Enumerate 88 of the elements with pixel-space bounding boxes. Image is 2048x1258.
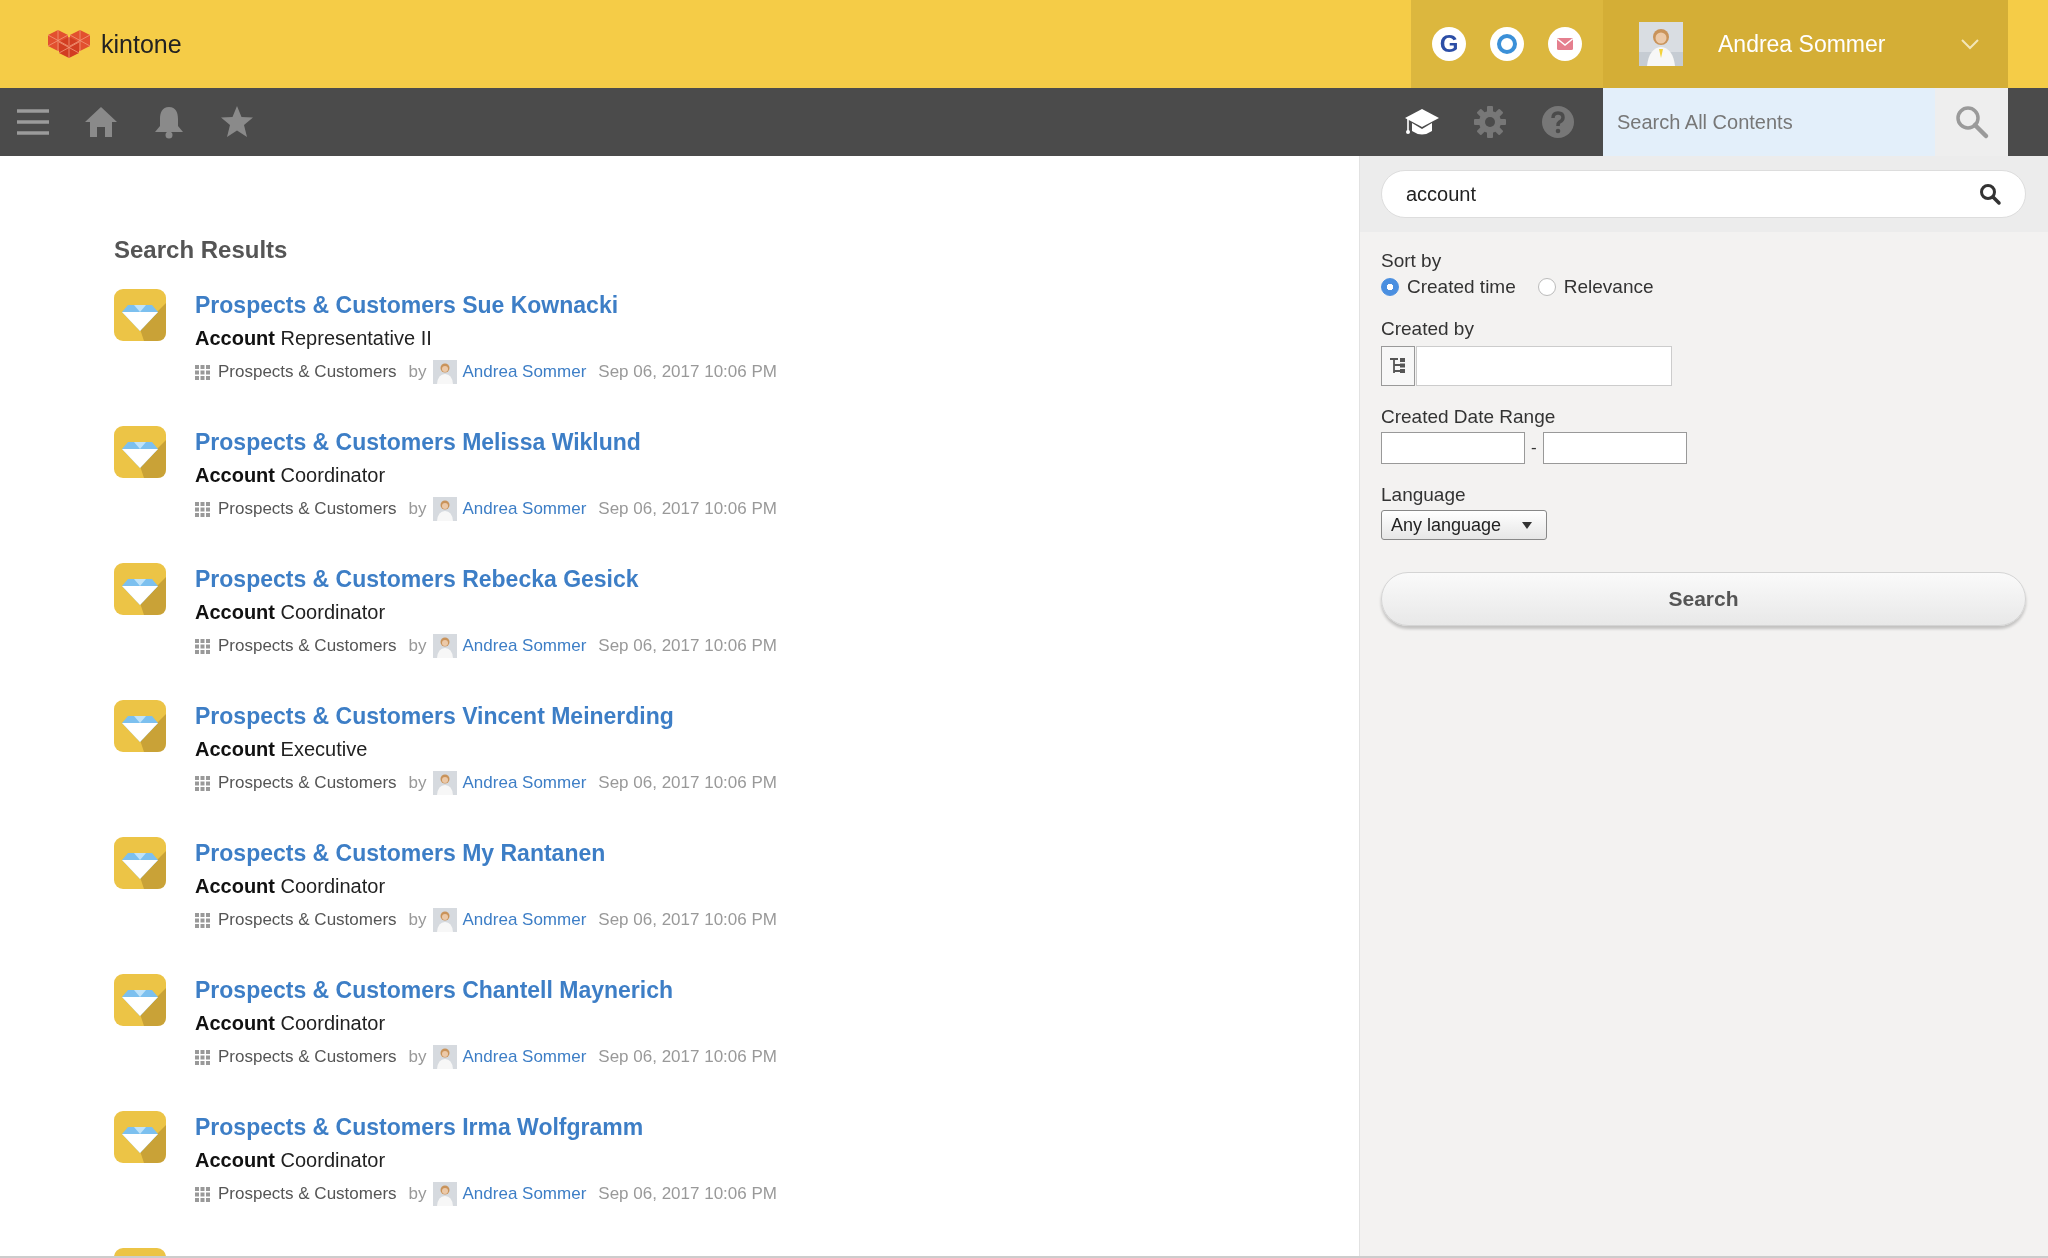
sort-radio[interactable]: Created time <box>1381 276 1516 298</box>
settings-icon[interactable] <box>1472 104 1508 140</box>
result-title-link[interactable]: Prospects & Customers Melissa Wiklund <box>195 429 777 456</box>
shortcut-button[interactable]: G <box>1432 27 1466 61</box>
result-summary: Account Coordinator <box>195 464 387 487</box>
result-summary: Account Coordinator <box>195 875 387 898</box>
caret-icon <box>1522 521 1532 529</box>
app-name-label: Prospects & Customers <box>218 1047 397 1067</box>
app-name-label: Prospects & Customers <box>218 773 397 793</box>
help-icon[interactable] <box>1540 104 1576 140</box>
chevron-down-icon <box>1960 38 1980 50</box>
home-icon[interactable] <box>83 104 119 140</box>
created-date: Sep 06, 2017 10:06 PM <box>598 1184 777 1204</box>
search-icon <box>1953 104 1990 140</box>
by-label: by <box>408 636 427 656</box>
org-picker-button[interactable] <box>1381 346 1415 386</box>
result-summary: Account Representative II <box>195 327 433 350</box>
app-grid-icon <box>195 912 210 928</box>
app-name-label: Prospects & Customers <box>218 499 397 519</box>
diamond-app-icon <box>114 289 166 341</box>
app-grid-icon <box>195 1186 210 1202</box>
diamond-app-icon <box>114 1111 166 1163</box>
search-icon[interactable] <box>1978 182 2002 206</box>
author-link[interactable]: Andrea Sommer <box>462 1184 587 1204</box>
author-link[interactable]: Andrea Sommer <box>462 499 587 519</box>
result-summary: Account Coordinator <box>195 1012 387 1035</box>
app-name: kintone <box>101 29 182 59</box>
user-name: Andrea Sommer <box>1718 30 1887 58</box>
start-date-field[interactable] <box>1381 432 1525 464</box>
author-link[interactable]: Andrea Sommer <box>462 1047 587 1067</box>
app-name-label: Prospects & Customers <box>218 1184 397 1204</box>
app-grid-icon <box>195 1049 210 1065</box>
app-grid-icon <box>195 501 210 517</box>
result-title-link[interactable]: Prospects & Customers Sue Kownacki <box>195 292 777 319</box>
org-tree-icon <box>1388 356 1408 376</box>
star-icon[interactable] <box>219 104 255 140</box>
by-label: by <box>408 773 427 793</box>
created-date: Sep 06, 2017 10:06 PM <box>598 636 777 656</box>
diamond-app-icon <box>114 837 166 889</box>
result-summary: Account Coordinator <box>195 1149 387 1172</box>
sort-radio[interactable]: Relevance <box>1537 276 1654 298</box>
by-label: by <box>408 499 427 519</box>
author-link[interactable]: Andrea Sommer <box>462 362 587 382</box>
app-name-label: Prospects & Customers <box>218 910 397 930</box>
created-date: Sep 06, 2017 10:06 PM <box>598 499 777 519</box>
result-summary: Account Coordinator <box>195 601 387 624</box>
mail-icon[interactable] <box>1548 27 1582 61</box>
search-field[interactable]: Search All Contents <box>1603 88 1935 156</box>
date-separator: - <box>1531 438 1537 458</box>
app-grid-icon <box>195 638 210 654</box>
result-title-link[interactable]: Prospects & Customers Chantell Maynerich <box>195 977 777 1004</box>
language-dropdown[interactable]: Any language <box>1381 510 1547 540</box>
logo-icon <box>47 29 91 59</box>
end-date-field[interactable] <box>1542 432 1687 464</box>
app-grid-icon <box>195 775 210 791</box>
diamond-app-icon <box>114 974 166 1026</box>
by-label: by <box>408 362 427 382</box>
created-date: Sep 06, 2017 10:06 PM <box>598 362 777 382</box>
date-range-label: Created Date Range <box>1381 406 1556 428</box>
creator-field[interactable] <box>1416 346 1672 386</box>
result-title-link[interactable]: Prospects & Customers Vincent Meinerding <box>195 703 777 730</box>
result-title-link[interactable]: Prospects & Customers Irma Wolfgramm <box>195 1114 777 1141</box>
app-grid-icon <box>195 364 210 380</box>
keyword-field[interactable]: account <box>1381 170 2026 218</box>
results-heading: Search Results <box>114 236 289 264</box>
diamond-app-icon <box>114 563 166 615</box>
diamond-app-icon <box>114 700 166 752</box>
search-button[interactable]: Search <box>1381 572 2026 626</box>
author-link[interactable]: Andrea Sommer <box>462 910 587 930</box>
author-link[interactable]: Andrea Sommer <box>462 636 587 656</box>
search-button[interactable] <box>1935 88 2008 156</box>
created-by-label: Created by <box>1381 318 1474 340</box>
by-label: by <box>408 1047 427 1067</box>
app-name-label: Prospects & Customers <box>218 362 397 382</box>
result-title-link[interactable]: Prospects & Customers Rebecka Gesick <box>195 566 777 593</box>
result-summary: Account Executive <box>195 738 369 761</box>
created-date: Sep 06, 2017 10:06 PM <box>598 910 777 930</box>
by-label: by <box>408 910 427 930</box>
sort-label: Sort by <box>1381 250 1442 272</box>
author-link[interactable]: Andrea Sommer <box>462 773 587 793</box>
created-date: Sep 06, 2017 10:06 PM <box>598 1047 777 1067</box>
created-date: Sep 06, 2017 10:06 PM <box>598 773 777 793</box>
by-label: by <box>408 1184 427 1204</box>
language-label: Language <box>1381 484 1466 506</box>
result-title-link[interactable]: Prospects & Customers My Rantanen <box>195 840 777 867</box>
app-name-label: Prospects & Customers <box>218 636 397 656</box>
ring-icon[interactable] <box>1490 27 1524 61</box>
diamond-app-icon <box>114 426 166 478</box>
